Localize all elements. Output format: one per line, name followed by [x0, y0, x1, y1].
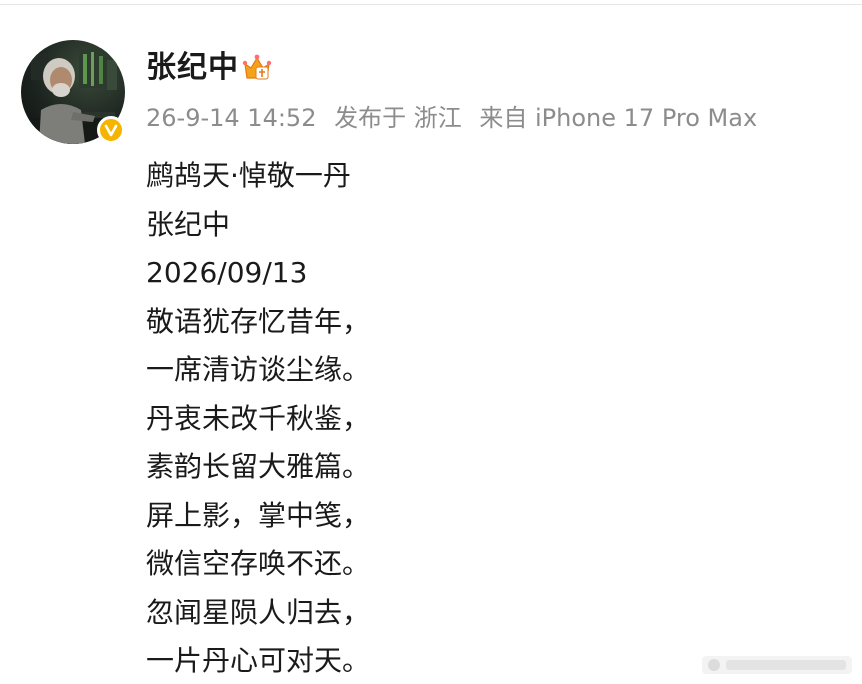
author-name[interactable]: 张纪中 — [146, 50, 239, 86]
post-content: 鹧鸪天·悼敬一丹 张纪中 2026/09/13 敬语犹存忆昔年， 一席清访谈尘缘… — [146, 152, 826, 684]
poem-line: 敬语犹存忆昔年， — [146, 304, 371, 338]
poem-line: 素韵长留大雅篇。 — [146, 450, 371, 483]
post-meta: 26-9-14 14:52 发布于 浙江 来自 iPhone 17 Pro Ma… — [146, 102, 767, 134]
weibo-post: 张纪中 26-9-14 14:52 发布于 浙江 来自 iPhone 17 Pr… — [0, 0, 862, 684]
poem-line: 屏上影，掌中笺， — [146, 498, 371, 532]
poem-line: 忽闻星陨人归去， — [146, 595, 371, 629]
post-location: 发布于 浙江 — [334, 104, 462, 132]
post-datetime[interactable]: 26-9-14 14:52 — [146, 104, 316, 132]
post-device: 来自 iPhone 17 Pro Max — [479, 104, 758, 132]
avatar-container[interactable] — [21, 40, 127, 146]
crown-badge-icon[interactable] — [241, 52, 273, 84]
poem-author: 张纪中 — [146, 207, 231, 241]
poem-line: 一席清访谈尘缘。 — [146, 353, 371, 386]
poem-line: 丹衷未改千秋鉴， — [146, 401, 371, 435]
poem-date: 2026/09/13 — [146, 256, 308, 289]
verified-v-icon — [97, 116, 125, 144]
watermark — [702, 652, 852, 678]
poem-line: 微信空存唤不还。 — [146, 547, 371, 580]
divider — [0, 4, 862, 5]
poem-title: 鹧鸪天·悼敬一丹 — [146, 159, 351, 192]
